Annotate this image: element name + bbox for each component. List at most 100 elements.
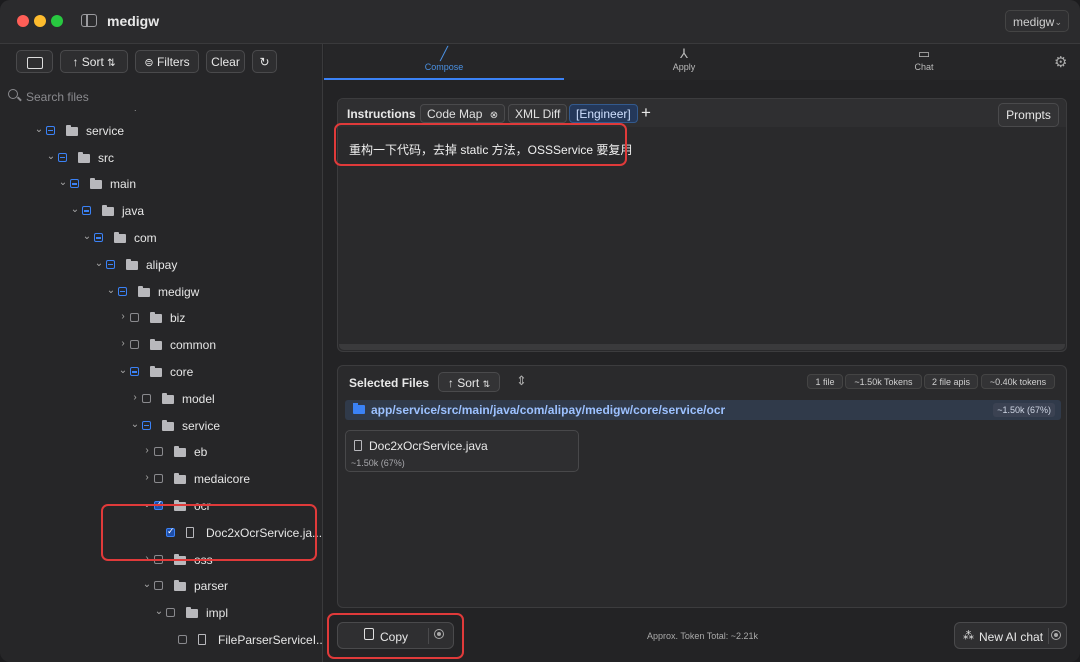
engineer-chip[interactable]: [Engineer]: [569, 104, 638, 123]
tree-row-folder[interactable]: ⌄ service: [0, 121, 322, 143]
gear-icon[interactable]: ⚙: [1054, 53, 1067, 71]
tree-checkbox[interactable]: [82, 206, 91, 216]
chevron-right-icon[interactable]: ›: [118, 311, 128, 322]
selected-files-panel: Selected Files ↑ Sort ⇅ ⇕ 1 file ~1.50k …: [337, 365, 1067, 608]
sidebar-toggle-icon[interactable]: [81, 14, 97, 27]
clear-button[interactable]: Clear: [206, 50, 245, 73]
tree-row-folder[interactable]: › medaicore: [0, 469, 322, 491]
chat-options-icon[interactable]: [1051, 630, 1061, 640]
tree-row-folder[interactable]: ⌄ core: [0, 362, 322, 384]
tree-row-folder[interactable]: › common: [0, 335, 322, 357]
tab-apply[interactable]: ⅄ Apply: [564, 44, 804, 80]
chevron-down-icon[interactable]: ⌄: [130, 419, 140, 430]
folder-icon: [150, 312, 162, 324]
chevron-down-icon[interactable]: ⌄: [82, 231, 92, 242]
chevron-down-icon[interactable]: ⌄: [34, 124, 44, 135]
folder-icon: [174, 446, 186, 458]
tree-row-folder[interactable]: ⌄ src: [0, 148, 322, 170]
chevron-down-icon[interactable]: ⌄: [58, 177, 68, 188]
tree-checkbox[interactable]: [130, 313, 139, 323]
tree-row-folder[interactable]: › eb: [0, 442, 322, 464]
filters-label: Filters: [156, 55, 190, 69]
tree-checkbox[interactable]: [46, 125, 55, 135]
chevron-down-icon[interactable]: ⌄: [142, 579, 152, 590]
chevron-right-icon[interactable]: ›: [118, 338, 128, 349]
tree-checkbox[interactable]: [118, 286, 127, 296]
code-map-label: Code Map: [427, 107, 483, 121]
file-icon: [354, 440, 362, 451]
close-window-button[interactable]: [17, 15, 29, 27]
search-input[interactable]: Search files: [26, 90, 89, 104]
instructions-scrollbar[interactable]: [339, 344, 1065, 350]
tree-row-folder[interactable]: ⌄ service: [0, 416, 322, 438]
open-folder-button[interactable]: [16, 50, 53, 73]
tree-checkbox[interactable]: [154, 581, 163, 591]
tree-checkbox[interactable]: [70, 179, 79, 189]
tree-row-label: biz: [170, 311, 186, 326]
folder-icon: [150, 339, 162, 351]
tree-row-folder[interactable]: ⌄ alipay: [0, 255, 322, 277]
filters-button[interactable]: ⊜ Filters: [135, 50, 199, 73]
tree-row-folder[interactable]: ⌄ medigw: [0, 282, 322, 304]
search-files[interactable]: Search files: [0, 88, 322, 108]
workspace-label: medigw: [1013, 15, 1055, 29]
tree-checkbox[interactable]: [166, 608, 175, 618]
tree-checkbox[interactable]: [130, 367, 139, 376]
tree-row-folder[interactable]: ⌄ main: [0, 174, 322, 196]
tree-row-folder[interactable]: ⌄ impl: [0, 603, 322, 625]
tab-compose-label: Compose: [424, 62, 464, 72]
tree-checkbox[interactable]: [178, 635, 187, 644]
selected-folder-row[interactable]: app/service/src/main/java/com/alipay/med…: [345, 400, 1061, 420]
chevron-down-icon[interactable]: ⌄: [46, 151, 56, 162]
tree-row-label: service: [182, 418, 221, 433]
refresh-icon: ↻: [259, 55, 270, 69]
workspace-select[interactable]: medigw ⌄: [1005, 10, 1069, 32]
tree-checkbox[interactable]: [142, 420, 151, 430]
clear-label: Clear: [211, 55, 240, 69]
updown-chevron-icon: ⇅: [482, 379, 491, 389]
tree-row-folder[interactable]: ⌄ com: [0, 228, 322, 250]
chevron-right-icon[interactable]: ›: [142, 445, 152, 456]
chevron-right-icon[interactable]: ›: [142, 472, 152, 483]
new-ai-chat-button[interactable]: ⁂ New AI chat: [954, 622, 1067, 649]
minimize-window-button[interactable]: [34, 15, 46, 27]
tree-row-folder[interactable]: › biz: [0, 308, 322, 330]
refresh-button[interactable]: ↻: [252, 50, 277, 73]
code-map-chip[interactable]: Code Map ⊗: [420, 104, 506, 123]
tree-row-file[interactable]: FileParserServiceI...: [0, 630, 322, 652]
prompts-button[interactable]: Prompts: [998, 103, 1059, 127]
xml-diff-chip[interactable]: XML Diff: [508, 104, 568, 123]
selected-file-card[interactable]: Doc2xOcrService.java ~1.50k (67%): [345, 430, 579, 472]
collapse-icon[interactable]: ⇕: [516, 373, 527, 389]
sort-button[interactable]: ↑ Sort ⇅: [60, 50, 128, 73]
folder-icon: [90, 178, 102, 190]
tree-checkbox[interactable]: [154, 447, 163, 457]
tree-row-folder[interactable]: ⌄ java: [0, 201, 322, 223]
add-prompt-icon[interactable]: +: [641, 103, 651, 123]
tree-checkbox[interactable]: [58, 152, 67, 162]
folder-icon: [150, 366, 162, 377]
chevron-down-icon[interactable]: ⌄: [118, 365, 128, 376]
tree-row-folder[interactable]: ⌄ parser: [0, 576, 322, 598]
selected-sort-button[interactable]: ↑ Sort ⇅: [438, 372, 500, 392]
zoom-window-button[interactable]: [51, 15, 63, 27]
file-tree-panel: ↑ Sort ⇅ ⊜ Filters Clear ↻ Search files …: [0, 44, 323, 662]
chevron-down-icon[interactable]: ⌄: [70, 204, 80, 215]
tree-row-folder[interactable]: › model: [0, 389, 322, 411]
chevron-down-icon[interactable]: ⌄: [94, 258, 104, 269]
tree-checkbox[interactable]: [130, 340, 139, 350]
tab-chat[interactable]: ▭ Chat: [804, 44, 1044, 80]
selected-file-name: Doc2xOcrService.java: [369, 439, 488, 453]
file-icon: [198, 634, 206, 645]
chevron-down-icon[interactable]: ⌄: [106, 285, 116, 296]
tree-checkbox[interactable]: [142, 393, 151, 403]
tab-compose[interactable]: ╱ Compose: [324, 44, 564, 80]
tree-checkbox[interactable]: [106, 259, 115, 269]
tree-row-file[interactable]: pom.xml: [0, 110, 322, 116]
divider: [1048, 628, 1049, 644]
chevron-down-icon[interactable]: ⌄: [154, 606, 164, 617]
app-title: medigw: [107, 13, 160, 29]
chevron-right-icon[interactable]: ›: [130, 392, 140, 403]
tree-checkbox[interactable]: [94, 233, 103, 242]
tree-checkbox[interactable]: [154, 474, 163, 484]
